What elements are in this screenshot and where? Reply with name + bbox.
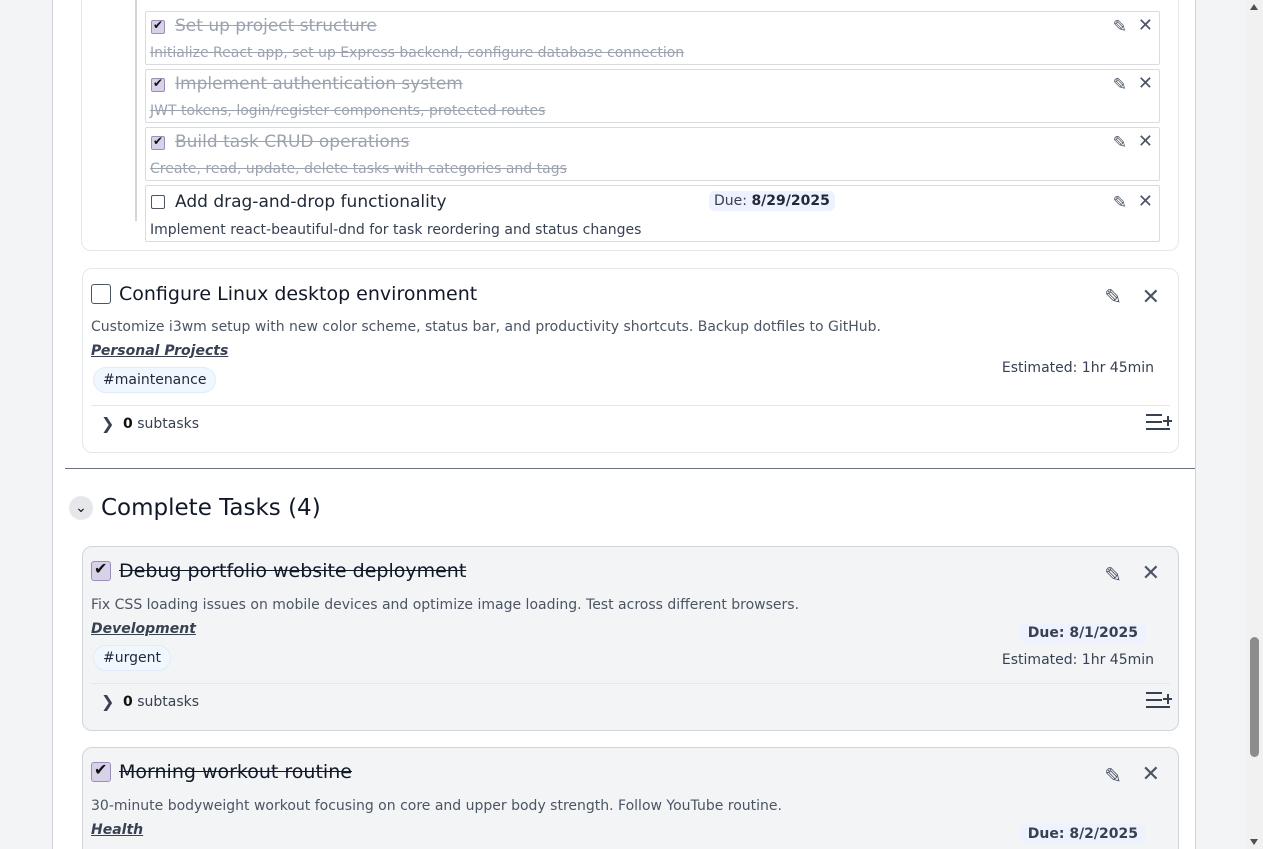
- chevron-right-icon[interactable]: ❯: [101, 692, 114, 711]
- task-description: 30-minute bodyweight workout focusing on…: [91, 798, 782, 814]
- subtask-count-label: subtasks: [137, 416, 200, 432]
- task-estimate: Estimated: 1hr 45min: [1001, 360, 1154, 376]
- subtask-count-label: subtasks: [137, 694, 200, 710]
- task-title: Configure Linux desktop environment: [119, 283, 478, 305]
- pencil-icon[interactable]: ✎: [1113, 133, 1127, 153]
- subtask-description: Create, read, update, delete tasks with …: [150, 161, 567, 177]
- scroll-down-arrow-icon[interactable]: [1250, 839, 1258, 845]
- list-add-plus-v: [1166, 694, 1169, 704]
- task-description: Customize i3wm setup with new color sche…: [91, 319, 881, 335]
- task-estimate: Estimated: 1hr 45min: [1001, 652, 1154, 668]
- subtask-title: Build task CRUD operations: [175, 132, 410, 152]
- divider: [91, 405, 1170, 406]
- list-add-line: [1146, 414, 1162, 416]
- close-icon[interactable]: ✕: [1142, 285, 1160, 310]
- subtask-checkbox[interactable]: [151, 18, 165, 34]
- list-add-line: [1146, 706, 1170, 708]
- task-card: Configure Linux desktop environment ✎ ✕ …: [82, 268, 1179, 453]
- subtask-title: Add drag-and-drop functionality: [175, 192, 447, 212]
- section-title: Complete Tasks (4): [101, 495, 321, 521]
- list-add-line: [1146, 699, 1162, 701]
- list-add-line: [1146, 428, 1170, 430]
- close-icon[interactable]: ✕: [1138, 15, 1153, 36]
- scrollbar-thumb[interactable]: [1250, 637, 1259, 757]
- task-card: Debug portfolio website deployment ✎ ✕ F…: [82, 546, 1179, 731]
- subtask-checkbox[interactable]: [151, 195, 165, 209]
- task-checkbox[interactable]: [91, 760, 111, 782]
- task-checkbox[interactable]: [91, 284, 111, 304]
- subtask-item: Set up project structure ✎ ✕ Initialize …: [145, 11, 1160, 65]
- list-add-icon[interactable]: [1146, 689, 1172, 711]
- pencil-icon[interactable]: ✎: [1113, 193, 1127, 213]
- pencil-icon[interactable]: ✎: [1104, 563, 1122, 587]
- subtask-count[interactable]: 0 subtasks: [123, 416, 199, 432]
- subtask-count[interactable]: 0 subtasks: [123, 694, 199, 710]
- list-add-icon[interactable]: [1146, 411, 1172, 433]
- chevron-right-icon[interactable]: ❯: [101, 414, 114, 433]
- due-badge: Due: 8/2/2025: [1019, 824, 1146, 844]
- subtask-rail: [135, 0, 137, 221]
- subtask-description: Initialize React app, set up Express bac…: [150, 45, 685, 61]
- pencil-icon[interactable]: ✎: [1104, 285, 1122, 309]
- list-add-line: [1146, 692, 1162, 694]
- vertical-scrollbar[interactable]: [1246, 0, 1263, 849]
- close-icon[interactable]: ✕: [1142, 561, 1160, 586]
- due-badge: Due: 8/29/2025: [709, 191, 835, 211]
- subtask-title: Set up project structure: [175, 16, 377, 36]
- subtask-description: Implement react-beautiful-dnd for task r…: [150, 222, 642, 238]
- subtask-checkbox[interactable]: [151, 134, 165, 150]
- subtask-item: Add drag-and-drop functionality Due: 8/2…: [145, 185, 1160, 242]
- task-title: Debug portfolio website deployment: [119, 560, 467, 582]
- task-tag[interactable]: #maintenance: [93, 367, 217, 393]
- scroll-up-arrow-icon[interactable]: [1250, 4, 1258, 10]
- close-icon[interactable]: ✕: [1138, 191, 1153, 212]
- subtask-count-number: 0: [123, 416, 133, 432]
- task-description: Fix CSS loading issues on mobile devices…: [91, 597, 800, 613]
- close-icon[interactable]: ✕: [1142, 762, 1160, 787]
- task-title: Morning workout routine: [119, 761, 352, 783]
- subtask-description: JWT tokens, login/register components, p…: [150, 103, 546, 119]
- task-category[interactable]: Health: [91, 822, 143, 838]
- task-checkbox[interactable]: [91, 559, 111, 581]
- close-icon[interactable]: ✕: [1138, 131, 1153, 152]
- task-card: Morning workout routine ✎ ✕ 30-minute bo…: [82, 747, 1179, 849]
- list-add-line: [1146, 421, 1162, 423]
- section-divider: [65, 468, 1195, 469]
- subtask-count-number: 0: [123, 694, 133, 710]
- divider: [91, 683, 1170, 684]
- subtask-title: Implement authentication system: [175, 74, 463, 94]
- due-label: Due:: [714, 193, 747, 209]
- task-category[interactable]: Personal Projects: [91, 343, 228, 359]
- subtask-item: Build task CRUD operations ✎ ✕ Create, r…: [145, 127, 1160, 181]
- list-add-plus-v: [1166, 416, 1169, 426]
- chevron-down-icon[interactable]: ⌄: [69, 496, 93, 520]
- subtask-checkbox[interactable]: [151, 76, 165, 92]
- due-badge: Due: 8/1/2025: [1019, 623, 1146, 643]
- subtask-item: Implement authentication system ✎ ✕ JWT …: [145, 69, 1160, 123]
- parent-task-card: Set up project structure ✎ ✕ Initialize …: [81, 0, 1179, 251]
- close-icon[interactable]: ✕: [1138, 73, 1153, 94]
- pencil-icon[interactable]: ✎: [1113, 75, 1127, 95]
- task-tag[interactable]: #urgent: [93, 645, 171, 671]
- pencil-icon[interactable]: ✎: [1113, 17, 1127, 37]
- pencil-icon[interactable]: ✎: [1104, 764, 1122, 788]
- task-list-panel: Set up project structure ✎ ✕ Initialize …: [52, 0, 1196, 849]
- task-category[interactable]: Development: [91, 621, 196, 637]
- due-value: 8/29/2025: [751, 193, 830, 209]
